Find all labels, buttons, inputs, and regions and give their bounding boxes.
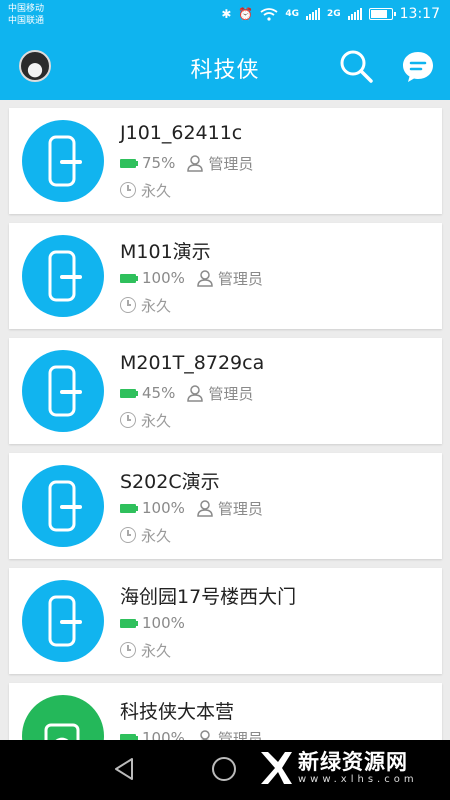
battery-level-icon — [120, 503, 138, 513]
user-role: 管理员 — [217, 729, 263, 741]
validity-text: 永久 — [141, 641, 172, 660]
clock-icon — [120, 182, 136, 198]
signal-1-icon — [305, 8, 320, 20]
back-icon[interactable] — [113, 757, 135, 781]
lock-status-row: 100% 管理员 — [120, 498, 263, 518]
home-icon[interactable] — [212, 757, 236, 781]
lock-validity-row: 永久 — [120, 180, 171, 200]
signal-2-icon — [347, 8, 362, 20]
validity-text: 永久 — [141, 526, 172, 545]
lock-card[interactable]: 科技侠大本营 100% 管理员 — [9, 683, 442, 740]
gateway-icon — [22, 695, 104, 740]
user-role: 管理员 — [217, 499, 263, 518]
door-lock-icon — [22, 465, 104, 547]
clock-icon — [120, 527, 136, 543]
lock-card[interactable]: S202C演示 100% 管理员 永久 — [9, 453, 442, 559]
user-icon — [187, 154, 204, 172]
watermark: 新绿资源网 www.xlhs.com — [258, 748, 418, 788]
clock-icon — [120, 642, 136, 658]
user-icon — [187, 384, 204, 402]
user-icon — [197, 499, 213, 517]
watermark-url: www.xlhs.com — [298, 774, 418, 785]
lock-card[interactable]: M101演示 100% 管理员 永久 — [9, 223, 442, 329]
battery-level-icon — [120, 618, 138, 628]
battery-level-icon — [120, 158, 138, 168]
lock-status-row: 45% 管理员 — [120, 383, 253, 403]
battery-level-icon — [120, 388, 138, 398]
door-lock-icon — [22, 350, 104, 432]
door-lock-icon — [22, 120, 104, 202]
lock-status-row: 100% 管理员 — [120, 268, 263, 288]
door-lock-icon — [22, 235, 104, 317]
lock-list: J101_62411c 75% 管理员 永久 M101演示 100% 管理员 永… — [0, 100, 450, 740]
search-icon[interactable] — [338, 48, 374, 84]
clock-icon — [120, 412, 136, 428]
lock-card[interactable]: J101_62411c 75% 管理员 永久 — [9, 108, 442, 214]
battery-icon — [368, 8, 396, 20]
bluetooth-icon: ✱ — [221, 7, 232, 21]
battery-level-icon — [120, 273, 138, 283]
wifi-icon — [260, 7, 278, 21]
lock-card[interactable]: M201T_8729ca 45% 管理员 永久 — [9, 338, 442, 444]
lock-name: S202C演示 — [120, 471, 220, 493]
battery-percent: 75% — [142, 154, 176, 172]
watermark-text: 新绿资源网 www.xlhs.com — [298, 750, 418, 786]
carrier-1: 中国移动 — [8, 4, 45, 14]
user-role: 管理员 — [208, 154, 254, 173]
lock-validity-row: 永久 — [120, 410, 171, 430]
lock-status-row: 75% 管理员 — [120, 153, 253, 173]
app-bar: 科技侠 — [0, 32, 450, 100]
user-icon — [197, 269, 213, 287]
page-title: 科技侠 — [190, 58, 260, 83]
battery-percent: 100% — [142, 729, 185, 740]
lock-validity-row: 永久 — [120, 295, 171, 315]
validity-text: 永久 — [141, 296, 172, 315]
system-nav-bar: 新绿资源网 www.xlhs.com — [0, 740, 450, 800]
lock-name: 海创园17号楼西大门 — [120, 586, 297, 608]
status-icons: ✱ ⏰ 4G 2G 13:17 — [221, 6, 440, 22]
lock-status-row: 100% 管理员 — [120, 728, 263, 740]
network-type-1: 4G — [285, 9, 299, 19]
status-bar: 中国移动 中国联通 ✱ ⏰ 4G 2G 13:17 — [0, 0, 450, 32]
message-icon[interactable] — [401, 50, 435, 84]
clock-icon — [120, 297, 136, 313]
lock-name: M201T_8729ca — [120, 352, 265, 374]
lock-validity-row: 永久 — [120, 640, 171, 660]
lock-name: M101演示 — [120, 241, 211, 263]
watermark-brand: 新绿资源网 — [298, 750, 408, 774]
validity-text: 永久 — [141, 411, 172, 430]
carrier-info: 中国移动 中国联通 — [8, 3, 44, 27]
watermark-logo-icon — [261, 752, 292, 784]
battery-percent: 100% — [142, 499, 185, 517]
clock-time: 13:17 — [399, 6, 440, 22]
battery-percent: 45% — [142, 384, 176, 402]
user-role: 管理员 — [208, 384, 254, 403]
validity-text: 永久 — [141, 181, 172, 200]
lock-name: 科技侠大本营 — [120, 701, 235, 723]
battery-percent: 100% — [142, 614, 185, 632]
user-icon — [199, 729, 210, 740]
alarm-icon: ⏰ — [238, 7, 254, 21]
door-lock-icon — [22, 580, 104, 662]
lock-name: J101_62411c — [120, 122, 243, 144]
user-role: 管理员 — [217, 269, 263, 288]
battery-percent: 100% — [142, 269, 185, 287]
network-type-2: 2G — [326, 9, 341, 19]
lock-status-row: 100% — [120, 613, 185, 633]
lock-card[interactable]: 海创园17号楼西大门 100% 永久 — [9, 568, 442, 674]
carrier-2: 中国联通 — [8, 16, 45, 26]
lock-validity-row: 永久 — [120, 525, 171, 545]
